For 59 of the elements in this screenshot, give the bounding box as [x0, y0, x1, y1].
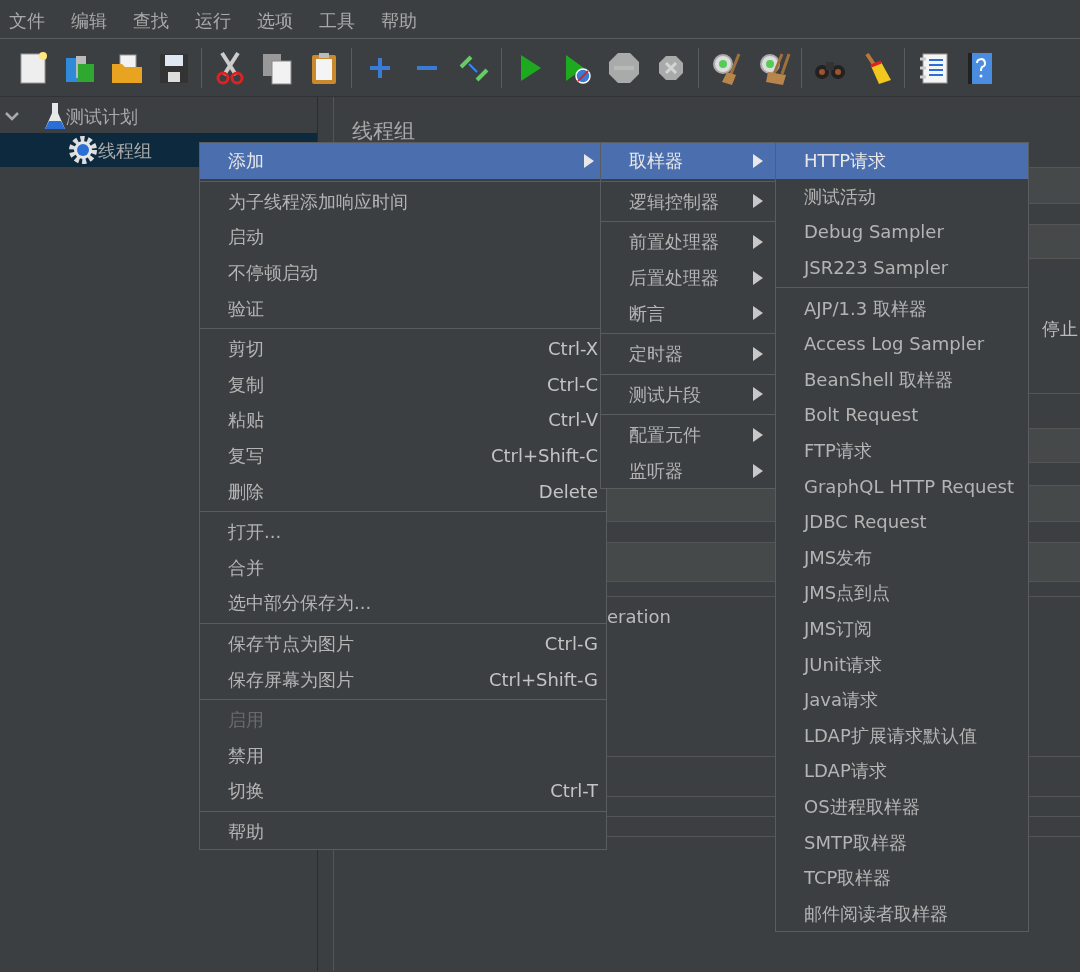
menu-item[interactable]: 邮件阅读者取样器: [776, 895, 1028, 932]
menu-bar-item[interactable]: 查找: [124, 2, 177, 36]
menu-item[interactable]: SMTP取样器: [776, 824, 1028, 860]
menu-bar-item[interactable]: 帮助: [372, 2, 425, 36]
shortcut-text: Ctrl-C: [546, 372, 598, 397]
shortcut-text: Ctrl-T: [550, 779, 598, 804]
menu-item[interactable]: OS进程取样器: [776, 788, 1028, 825]
shortcut-text: Ctrl-G: [544, 632, 598, 656]
flask-icon: [44, 101, 66, 131]
menu-item[interactable]: 保存节点为图片 Ctrl-G: [200, 625, 606, 662]
menu-item[interactable]: JMS点到点: [776, 575, 1028, 611]
shortcut-text: Ctrl+Shift-G: [488, 667, 598, 692]
menu-item[interactable]: 禁用: [200, 737, 606, 774]
menu-item[interactable]: 选中部分保存为...: [200, 585, 606, 621]
menu-item[interactable]: 前置处理器: [601, 224, 775, 260]
shortcut-text: Ctrl-V: [548, 408, 598, 433]
shortcut-text: Delete: [538, 479, 598, 504]
menu-item[interactable]: Debug Sampler: [776, 214, 1028, 250]
menu-bar-item[interactable]: 工具: [310, 2, 363, 36]
menu-item[interactable]: 合并: [200, 549, 606, 586]
menu-item[interactable]: BeanShell 取样器: [776, 361, 1028, 398]
menu-item[interactable]: JDBC Request: [776, 503, 1028, 540]
shortcut-text: Ctrl-X: [548, 337, 598, 362]
menu-item[interactable]: Access Log Sampler: [776, 325, 1028, 362]
shortcut-text: Ctrl+Shift-C: [490, 444, 598, 469]
menu-item[interactable]: 切换 Ctrl-T: [200, 773, 606, 809]
menu-item[interactable]: 保存屏幕为图片 Ctrl+Shift-G: [200, 661, 606, 697]
menu-item[interactable]: 配置元件: [601, 417, 775, 453]
menu-item[interactable]: 帮助: [200, 813, 606, 850]
menu-item[interactable]: 断言: [601, 295, 775, 331]
menu-item[interactable]: Bolt Request: [776, 397, 1028, 433]
tree-node[interactable]: 测试计划: [0, 99, 317, 133]
menu-item[interactable]: 测试片段: [601, 376, 775, 413]
menu-item[interactable]: LDAP请求: [776, 753, 1028, 789]
menu-item[interactable]: JMS发布: [776, 539, 1028, 576]
menu-item[interactable]: JMS订阅: [776, 610, 1028, 647]
menu-item[interactable]: JUnit请求: [776, 646, 1028, 682]
menu-item[interactable]: Java请求: [776, 681, 1028, 718]
menu-item[interactable]: AJP/1.3 取样器: [776, 290, 1028, 326]
menu-item[interactable]: GraphQL HTTP Request: [776, 468, 1028, 504]
menu-bar-item[interactable]: 文件: [0, 2, 53, 36]
gear-icon: [68, 135, 98, 165]
menu-item[interactable]: LDAP扩展请求默认值: [776, 717, 1028, 754]
menu-item[interactable]: 定时器: [601, 335, 775, 372]
option-label: 停止: [1042, 317, 1078, 341]
menu-item[interactable]: 打开...: [200, 513, 606, 550]
menu-bar-item[interactable]: 选项: [248, 2, 301, 36]
menu-item[interactable]: 取样器: [601, 143, 775, 179]
panel-title: 线程组: [352, 118, 416, 145]
menu-item[interactable]: 后置处理器: [601, 259, 775, 296]
option-label: eration: [607, 606, 671, 627]
menu-bar-item[interactable]: 运行: [186, 2, 239, 36]
menu-item[interactable]: JSR223 Sampler: [776, 249, 1028, 286]
menu-item[interactable]: 测试活动: [776, 178, 1028, 215]
menu-item[interactable]: FTP请求: [776, 432, 1028, 469]
menu-item[interactable]: 逻辑控制器: [601, 183, 775, 220]
menu-item[interactable]: TCP取样器: [776, 859, 1028, 896]
menu-bar-item[interactable]: 编辑: [62, 2, 115, 36]
menu-item[interactable]: HTTP请求: [776, 143, 1028, 179]
